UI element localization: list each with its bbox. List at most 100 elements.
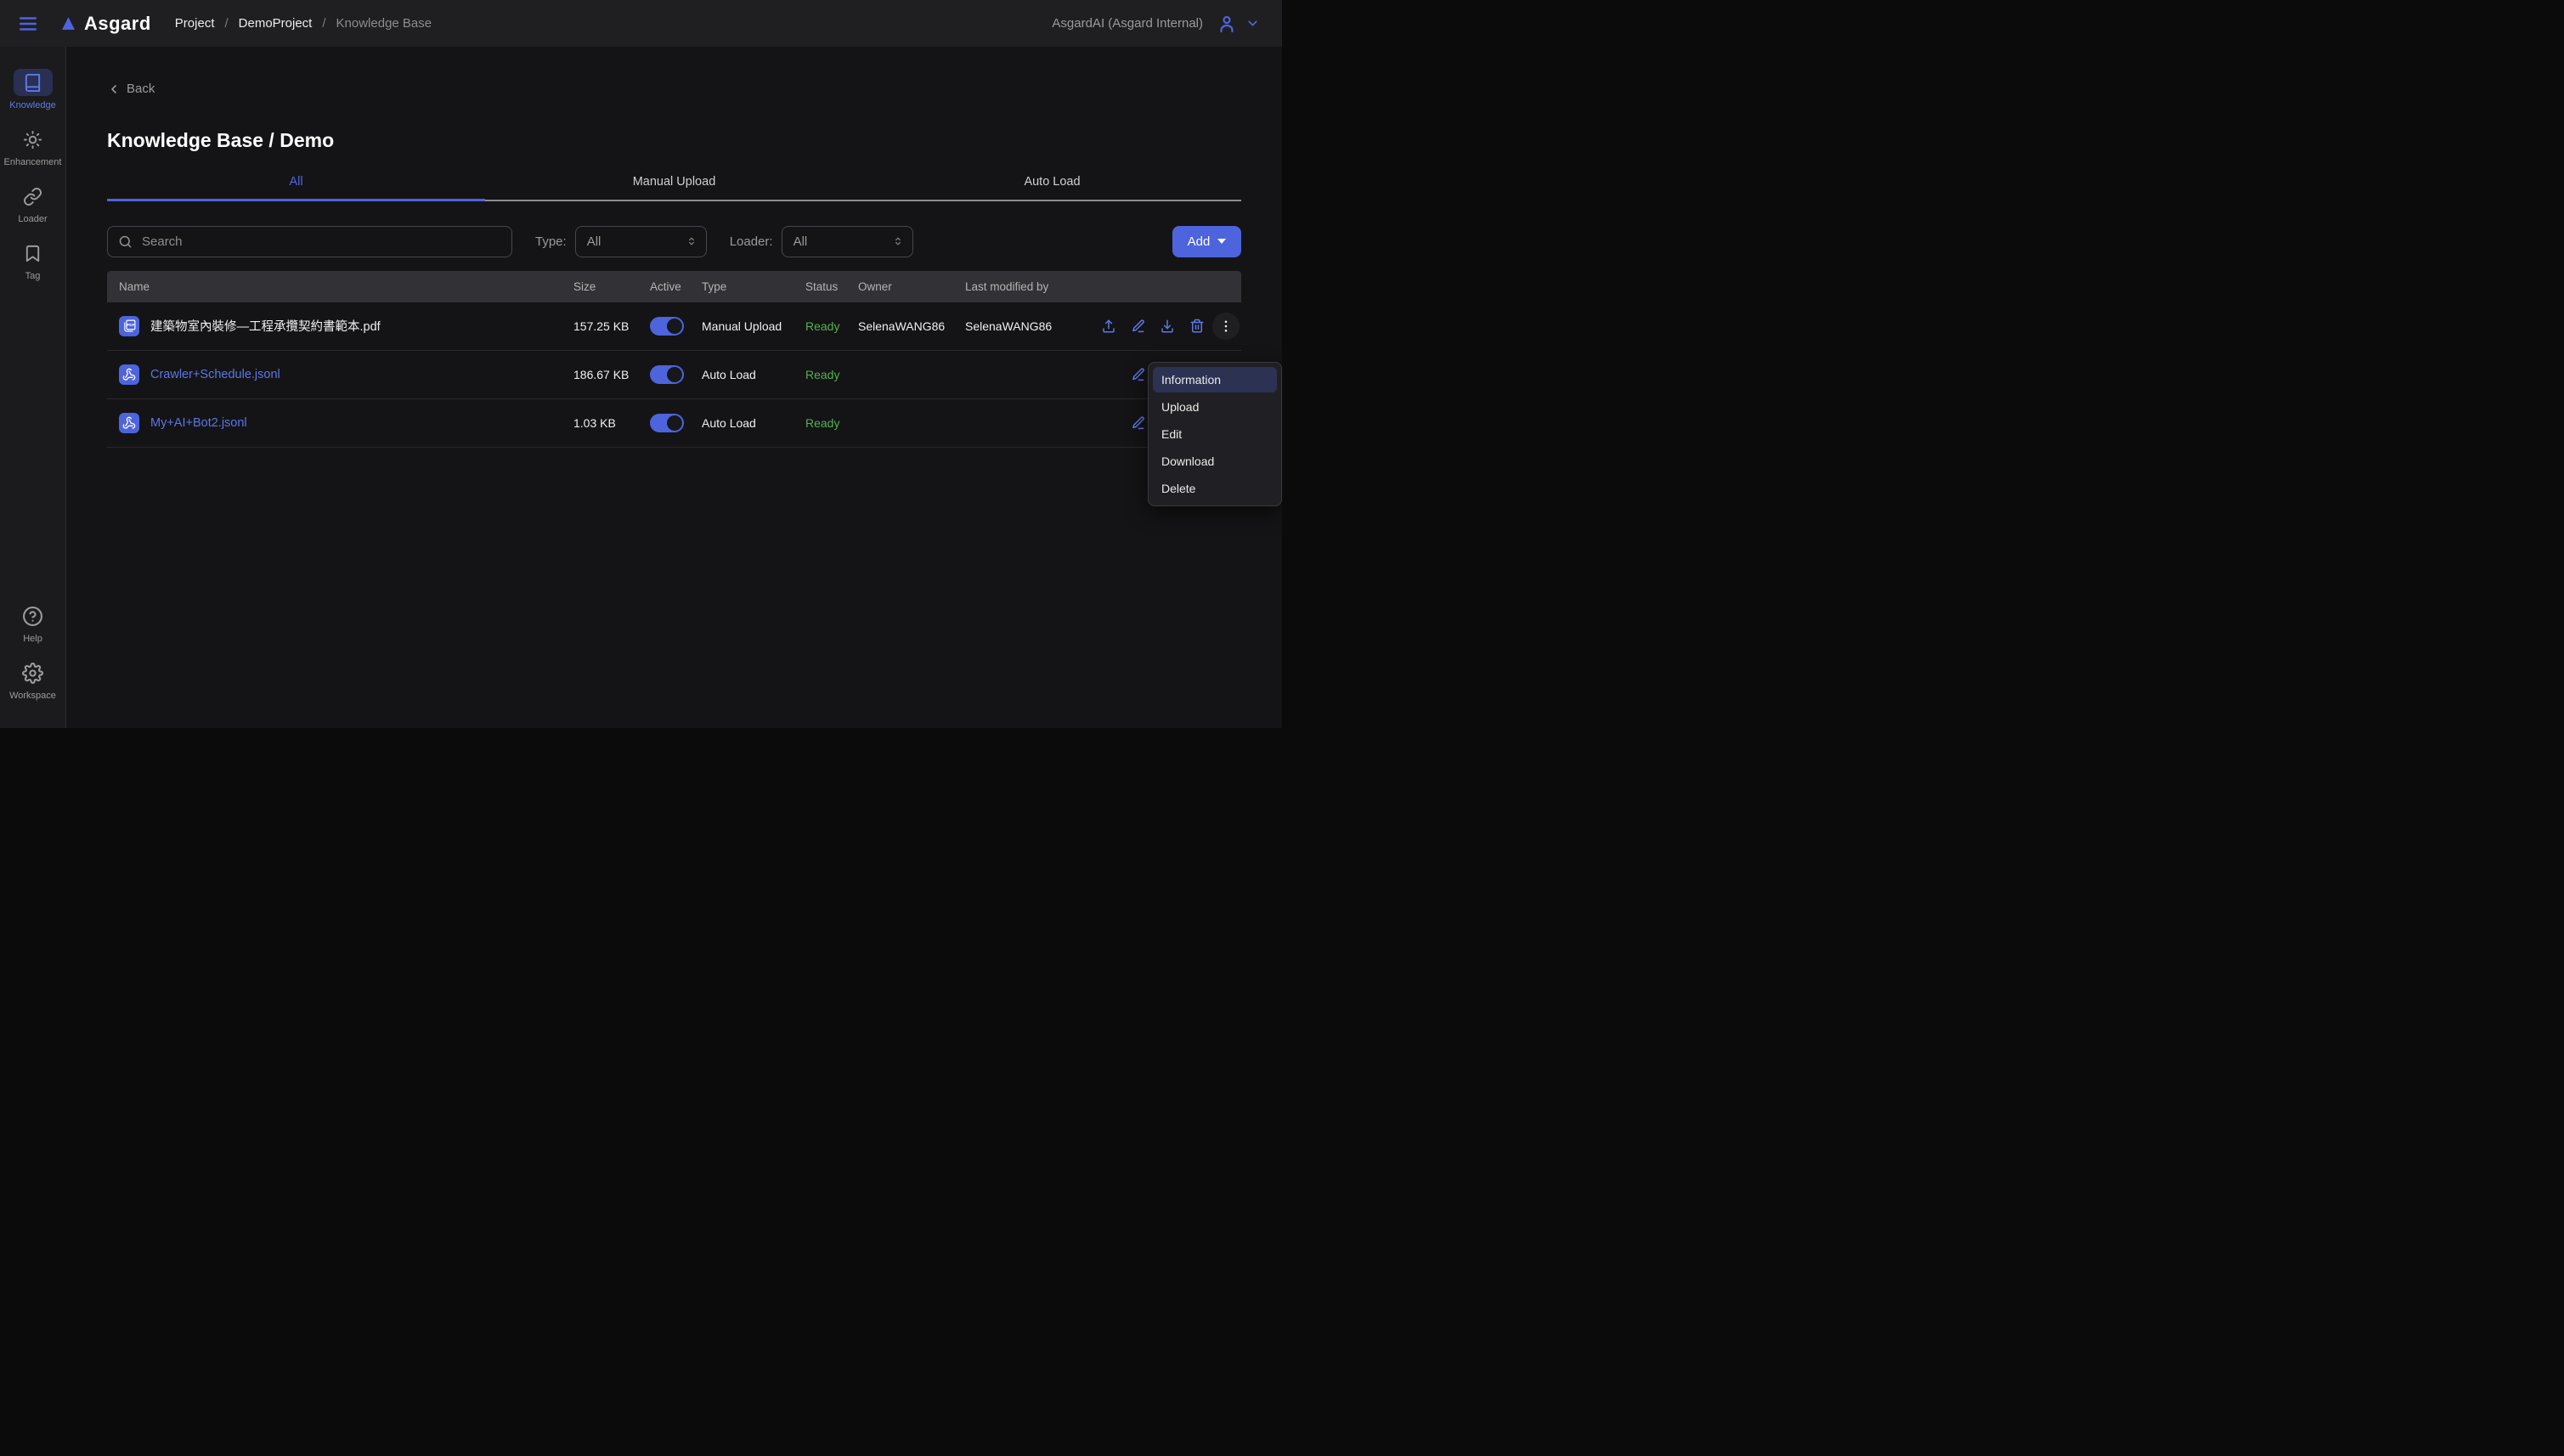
delete-icon[interactable]: [1189, 319, 1205, 334]
tab-auto-load[interactable]: Auto Load: [863, 175, 1241, 201]
file-name-cell: My+AI+Bot2.jsonl: [107, 413, 573, 433]
type-filter-label: Type:: [535, 234, 567, 249]
column-header-name: Name: [107, 280, 573, 293]
pdf-file-icon: PDF: [119, 316, 139, 336]
app-logo[interactable]: Asgard: [59, 13, 151, 35]
file-name-cell: Crawler+Schedule.jsonl: [107, 364, 573, 385]
toggle-knob: [667, 319, 682, 334]
menu-item-delete[interactable]: Delete: [1153, 476, 1277, 501]
download-icon[interactable]: [1160, 319, 1175, 334]
tab-manual-upload[interactable]: Manual Upload: [485, 175, 863, 201]
active-cell: [650, 414, 702, 432]
active-toggle[interactable]: [650, 414, 684, 432]
header-account-area: AsgardAI (Asgard Internal): [1052, 14, 1260, 34]
row-actions: [1094, 312, 1241, 341]
book-icon: [14, 69, 53, 96]
loader-select-value: All: [793, 234, 808, 249]
active-cell: [650, 365, 702, 384]
breadcrumb-knowledge-base: Knowledge Base: [336, 16, 432, 31]
file-name-cell: PDF 建築物室內裝修—工程承攬契約書範本.pdf: [107, 316, 573, 336]
file-name-link[interactable]: My+AI+Bot2.jsonl: [150, 416, 247, 430]
table-row: My+AI+Bot2.jsonl 1.03 KB Auto Load Ready: [107, 399, 1241, 448]
add-button-label: Add: [1188, 234, 1211, 249]
filter-bar: Type: All Loader: All Add: [107, 226, 1241, 257]
status-badge: Ready: [805, 416, 858, 430]
select-caret-icon: [892, 235, 904, 247]
file-type: Auto Load: [702, 416, 805, 430]
sidebar-footer: Help Workspace: [0, 602, 65, 728]
file-type: Manual Upload: [702, 319, 805, 333]
toggle-knob: [667, 367, 682, 382]
caret-down-icon: [1217, 239, 1226, 244]
active-toggle[interactable]: [650, 317, 684, 336]
search-input[interactable]: [140, 234, 501, 250]
breadcrumb-project[interactable]: Project: [175, 16, 215, 31]
toggle-knob: [667, 415, 682, 431]
row-context-menu: Information Upload Edit Download Delete: [1148, 362, 1282, 506]
sidebar-item-loader[interactable]: Loader: [0, 183, 65, 224]
page-title: Knowledge Base / Demo: [107, 129, 1241, 152]
sidebar-item-label: Knowledge: [9, 100, 55, 110]
help-circle-icon: [14, 602, 53, 629]
owner: SelenaWANG86: [858, 319, 965, 333]
user-icon[interactable]: [1217, 14, 1237, 34]
gear-icon: [14, 659, 53, 686]
sidebar-item-enhancement[interactable]: Enhancement: [0, 126, 65, 167]
upload-icon[interactable]: [1101, 319, 1116, 334]
sidebar-item-knowledge[interactable]: Knowledge: [0, 69, 65, 110]
app-header: Asgard Project / DemoProject / Knowledge…: [0, 0, 1282, 47]
column-header-status: Status: [805, 280, 858, 293]
column-header-active: Active: [650, 280, 702, 293]
hamburger-menu-icon[interactable]: [15, 11, 41, 37]
chevron-left-icon: [107, 82, 121, 96]
loader-select[interactable]: All: [782, 226, 913, 257]
sidebar-item-tag[interactable]: Tag: [0, 240, 65, 281]
last-modified-by: SelenaWANG86: [965, 319, 1094, 333]
sidebar-item-label: Workspace: [9, 691, 56, 701]
search-icon: [118, 234, 133, 249]
breadcrumb-demoproject[interactable]: DemoProject: [239, 16, 313, 31]
sidebar-item-workspace[interactable]: Workspace: [0, 659, 65, 701]
breadcrumb-separator: /: [224, 16, 228, 31]
status-badge: Ready: [805, 368, 858, 381]
sun-icon: [14, 126, 53, 153]
knowledge-table: Name Size Active Type Status Owner Last …: [107, 271, 1241, 448]
menu-item-edit[interactable]: Edit: [1153, 421, 1277, 447]
add-button[interactable]: Add: [1172, 226, 1241, 257]
active-cell: [650, 317, 702, 336]
edit-icon[interactable]: [1131, 319, 1146, 334]
table-row: PDF 建築物室內裝修—工程承攬契約書範本.pdf 157.25 KB Manu…: [107, 302, 1241, 351]
column-header-last-modified-by: Last modified by: [965, 280, 1094, 293]
search-box[interactable]: [107, 226, 512, 257]
bookmark-icon: [14, 240, 53, 267]
menu-item-download[interactable]: Download: [1153, 449, 1277, 474]
column-header-size: Size: [573, 280, 650, 293]
back-button[interactable]: Back: [107, 82, 155, 96]
file-size: 186.67 KB: [573, 368, 650, 381]
select-caret-icon: [686, 235, 697, 247]
file-name-link[interactable]: Crawler+Schedule.jsonl: [150, 368, 280, 381]
jsonl-file-icon: [119, 413, 139, 433]
edit-icon[interactable]: [1131, 367, 1146, 382]
main-content: Back Knowledge Base / Demo All Manual Up…: [66, 47, 1282, 728]
svg-text:PDF: PDF: [127, 323, 134, 327]
chevron-down-icon[interactable]: [1245, 16, 1260, 31]
breadcrumb: Project / DemoProject / Knowledge Base: [175, 16, 432, 31]
sidebar-item-help[interactable]: Help: [0, 602, 65, 644]
type-select[interactable]: All: [575, 226, 707, 257]
file-size: 157.25 KB: [573, 319, 650, 333]
tab-all[interactable]: All: [107, 175, 485, 201]
file-name: 建築物室內裝修—工程承攬契約書範本.pdf: [150, 317, 381, 335]
loader-filter-label: Loader:: [730, 234, 773, 249]
column-header-owner: Owner: [858, 280, 965, 293]
triangle-logo-icon: [59, 14, 77, 32]
more-actions-icon[interactable]: [1212, 313, 1240, 340]
status-badge: Ready: [805, 319, 858, 333]
file-type: Auto Load: [702, 368, 805, 381]
menu-item-information[interactable]: Information: [1153, 367, 1277, 392]
menu-item-upload[interactable]: Upload: [1153, 394, 1277, 420]
sidebar-item-label: Loader: [18, 214, 47, 224]
active-toggle[interactable]: [650, 365, 684, 384]
edit-icon[interactable]: [1131, 415, 1146, 431]
sidebar: Knowledge Enhancement Loader Tag: [0, 47, 66, 728]
